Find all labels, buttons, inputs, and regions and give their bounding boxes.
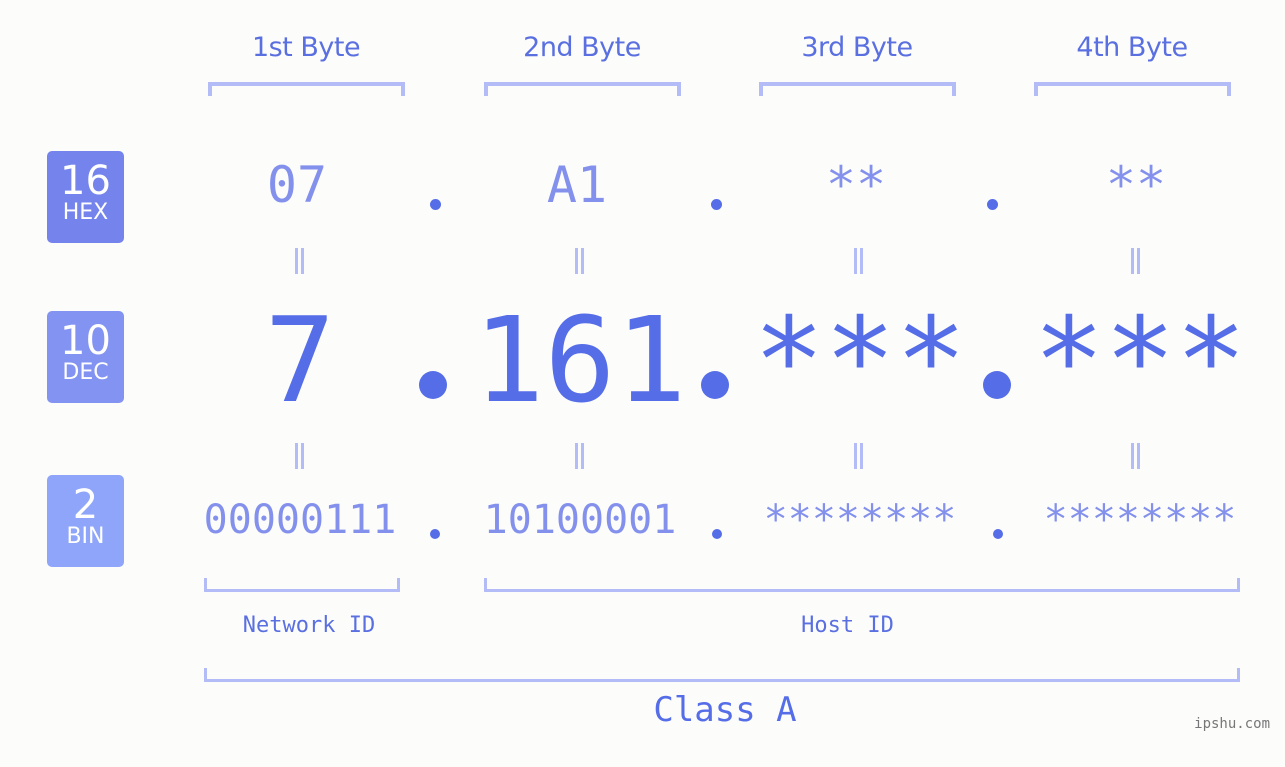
dec-dot-1 [419,371,447,399]
hex-dot-3 [987,199,998,210]
hex-value-2: A1 [546,156,608,214]
hex-badge: 16 HEX [47,151,124,243]
byte-header-2: 2nd Byte [523,32,641,63]
bin-badge: 2 BIN [47,475,124,567]
bin-value-4: ******** [1043,497,1237,543]
dec-dot-2 [701,371,729,399]
bin-badge-number: 2 [72,482,99,528]
hex-badge-number: 16 [60,158,111,204]
hex-value-1: 07 [266,156,328,214]
dec-value-1: 7 [264,291,336,429]
byte-bracket-4 [1034,82,1231,96]
bin-dot-3 [993,529,1003,539]
equals-icon [293,443,305,469]
dec-badge-number: 10 [60,318,111,364]
equals-icon [1129,443,1141,469]
equals-icon [293,248,305,274]
bin-value-2: 10100001 [483,497,677,543]
dec-value-4: *** [1033,291,1247,429]
bin-badge-label: BIN [66,524,105,549]
byte-header-4: 4th Byte [1076,32,1188,63]
dec-dot-3 [983,371,1011,399]
equals-icon [1129,248,1141,274]
dec-value-2: 161 [473,291,687,429]
byte-bracket-3 [759,82,956,96]
dec-value-3: *** [753,291,967,429]
equals-icon [852,248,864,274]
watermark: ipshu.com [1194,716,1270,732]
equals-icon [573,443,585,469]
host-id-bracket [484,578,1240,592]
network-id-bracket [204,578,400,592]
hex-value-3: ** [825,156,887,214]
bin-dot-1 [430,529,440,539]
class-label: Class A [653,690,797,730]
equals-icon [573,248,585,274]
hex-badge-label: HEX [62,200,109,225]
hex-value-4: ** [1105,156,1167,214]
hex-dot-2 [711,199,722,210]
byte-header-1: 1st Byte [251,32,361,63]
equals-icon [852,443,864,469]
byte-header-3: 3rd Byte [801,32,913,63]
bin-value-1: 00000111 [203,497,397,543]
network-id-label: Network ID [242,613,376,638]
dec-badge-label: DEC [62,360,109,385]
bin-dot-2 [712,529,722,539]
byte-bracket-1 [208,82,405,96]
bin-value-3: ******** [763,497,957,543]
hex-dot-1 [430,199,441,210]
byte-bracket-2 [484,82,681,96]
class-bracket [204,668,1240,682]
dec-badge: 10 DEC [47,311,124,403]
host-id-label: Host ID [801,613,894,638]
